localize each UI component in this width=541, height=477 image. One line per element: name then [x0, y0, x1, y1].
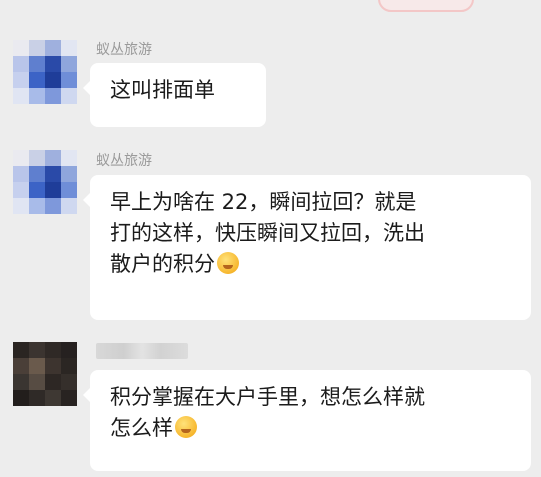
sender-name-blurred: [96, 343, 188, 359]
sender-name: 蚁丛旅游: [96, 42, 152, 58]
avatar[interactable]: [13, 40, 77, 104]
message-text: 打的这样，快压瞬间又拉回，洗出: [110, 221, 425, 245]
avatar[interactable]: [13, 342, 77, 406]
sender-name: 蚁丛旅游: [96, 153, 152, 169]
message-text-last-line: 散户的积分: [110, 249, 513, 280]
message-bubble[interactable]: 这叫排面单: [83, 63, 266, 127]
message-text: 这叫排面单: [110, 78, 215, 102]
thinking-face-icon: [217, 252, 239, 274]
message-text-last-line: 怎么样: [110, 413, 513, 444]
top-partial-element: [378, 0, 474, 12]
avatar[interactable]: [13, 150, 77, 214]
message-text: 早上为啥在 22，瞬间拉回？就是: [110, 190, 417, 214]
message-bubble[interactable]: 早上为啥在 22，瞬间拉回？就是 打的这样，快压瞬间又拉回，洗出 散户的积分: [83, 175, 531, 320]
relieved-face-icon: [175, 416, 197, 438]
message-text: 积分掌握在大户手里，想怎么样就: [110, 385, 425, 409]
message-text: 怎么样: [110, 416, 173, 440]
message-bubble[interactable]: 积分掌握在大户手里，想怎么样就 怎么样: [83, 370, 531, 471]
message-text: 散户的积分: [110, 252, 215, 276]
